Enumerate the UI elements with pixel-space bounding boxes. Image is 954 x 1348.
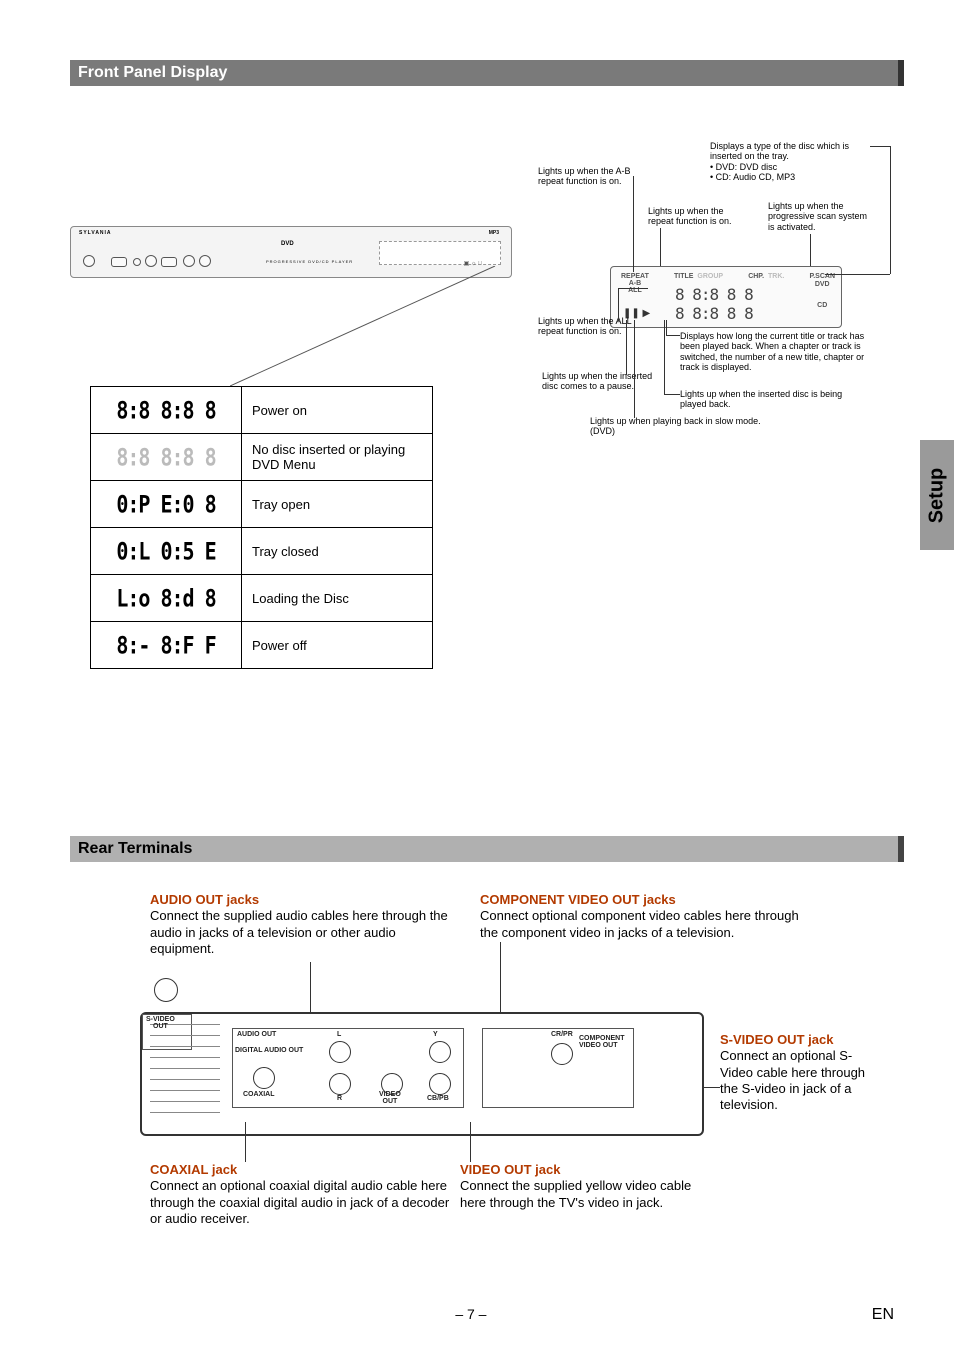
display-status-table: 8:8 8:8 8 Power on 8:8 8:8 8 No disc ins… <box>90 386 433 669</box>
display-digits: 8 8:8 8 88 8:8 8 8 <box>675 285 753 323</box>
display-detail-diagram: REPEAT A-B ALL TITLE GROUP CHP. TRK. P.S… <box>610 266 842 328</box>
status-label: Tray open <box>242 481 433 528</box>
coaxial-body: Connect an optional coaxial digital audi… <box>150 1178 450 1227</box>
seven-segment-icon: L:o 8:d 8 <box>116 584 215 613</box>
component-out-title: COMPONENT VIDEO OUT jacks <box>480 892 820 908</box>
svideo-out-block: S-VIDEO OUT jack Connect an optional S-V… <box>720 1032 875 1113</box>
l-label: L <box>337 1031 341 1038</box>
annot-repeat-on: Lights up when the repeat function is on… <box>648 206 748 227</box>
side-tab-setup: Setup <box>920 440 954 550</box>
status-label: Loading the Disc <box>242 575 433 622</box>
dvd-logo: DVD <box>281 241 294 247</box>
audio-out-block: AUDIO OUT jacks Connect the supplied aud… <box>150 892 450 957</box>
section-front-panel-title: Front Panel Display <box>70 60 904 86</box>
annot-slow: Lights up when playing back in slow mode… <box>590 416 770 437</box>
ab-label: A-B <box>621 280 649 287</box>
coaxial-block: COAXIAL jack Connect an optional coaxial… <box>150 1162 450 1227</box>
y-label: Y <box>433 1031 438 1038</box>
table-row: 0:L 0:5 E Tray closed <box>91 528 433 575</box>
device-sublogo: PROGRESSIVE DVD/CD PLAYER <box>266 259 353 264</box>
svideo-out-body: Connect an optional S-Video cable here t… <box>720 1048 875 1113</box>
cd-indicator-label: CD <box>809 302 835 310</box>
table-row: 8:8 8:8 8 Power on <box>91 387 433 434</box>
rear-panel-diagram: AUDIO OUT L DIGITAL AUDIO OUT COAXIAL R … <box>140 1012 704 1136</box>
annot-playing: Lights up when the inserted disc is bein… <box>680 389 850 410</box>
device-display-window: ▣ ☼ ∷ <box>379 241 501 265</box>
r-label: R <box>337 1095 342 1102</box>
trk-indicator-label: TRK. <box>768 273 784 310</box>
component-out-body: Connect optional component video cables … <box>480 908 820 941</box>
seven-segment-icon: 8:8 8:8 8 <box>116 396 215 425</box>
audio-out-body: Connect the supplied audio cables here t… <box>150 908 450 957</box>
table-row: L:o 8:d 8 Loading the Disc <box>91 575 433 622</box>
annot-ab-repeat: Lights up when the A-B repeat function i… <box>538 166 633 187</box>
mp3-label: MP3 <box>489 230 499 236</box>
video-out-body: Connect the supplied yellow video cable … <box>460 1178 700 1211</box>
page-footer: – 7 – EN <box>0 1306 904 1324</box>
device-brand-label: SYLVANIA <box>79 230 112 236</box>
svideo-out-diag-label: S-VIDEO OUT <box>146 1016 175 1030</box>
annot-pscan: Lights up when the progressive scan syst… <box>768 201 868 232</box>
front-panel-area: SYLVANIA DVD PROGRESSIVE DVD/CD PLAYER M… <box>70 106 904 706</box>
component-video-out-diag-label: COMPONENT VIDEO OUT <box>579 1035 625 1049</box>
video-out-block: VIDEO OUT jack Connect the supplied yell… <box>460 1162 700 1211</box>
audio-out-label: AUDIO OUT <box>237 1031 276 1038</box>
section-rear-terminals-title: Rear Terminals <box>70 836 904 862</box>
status-label: Power off <box>242 622 433 669</box>
page-number: – 7 – <box>455 1306 486 1324</box>
table-row: 8:- 8:F F Power off <box>91 622 433 669</box>
dvd-indicator-label: DVD <box>809 281 835 289</box>
seven-segment-icon: 8:8 8:8 8 <box>116 443 215 472</box>
audio-out-title: AUDIO OUT jacks <box>150 892 450 908</box>
table-row: 8:8 8:8 8 No disc inserted or playing DV… <box>91 434 433 481</box>
digital-audio-out-label: DIGITAL AUDIO OUT <box>235 1047 303 1054</box>
table-row: 0:P E:0 8 Tray open <box>91 481 433 528</box>
annot-pause: Lights up when the inserted disc comes t… <box>542 371 662 392</box>
status-label: No disc inserted or playing DVD Menu <box>242 434 433 481</box>
seven-segment-icon: 0:L 0:5 E <box>116 537 215 566</box>
dvd-player-front-diagram: SYLVANIA DVD PROGRESSIVE DVD/CD PLAYER M… <box>70 226 512 278</box>
component-out-block: COMPONENT VIDEO OUT jacks Connect option… <box>480 892 820 941</box>
svideo-out-title: S-VIDEO OUT jack <box>720 1032 875 1048</box>
seven-segment-icon: 0:P E:0 8 <box>116 490 215 519</box>
coaxial-label: COAXIAL <box>243 1091 275 1098</box>
annot-elapsed: Displays how long the current title or t… <box>680 331 870 372</box>
video-out-title: VIDEO OUT jack <box>460 1162 700 1178</box>
repeat-label: REPEAT <box>621 273 649 280</box>
coaxial-title: COAXIAL jack <box>150 1162 450 1178</box>
video-out-diag-label: VIDEO OUT <box>379 1091 401 1105</box>
language-label: EN <box>872 1306 894 1324</box>
cbpb-label: CB/PB <box>427 1095 449 1102</box>
annot-disc-type: Displays a type of the disc which is ins… <box>710 141 870 182</box>
crpr-label: CR/PR <box>551 1031 573 1038</box>
status-label: Tray closed <box>242 528 433 575</box>
seven-segment-icon: 8:- 8:F F <box>116 631 215 660</box>
rear-terminals-area: AUDIO OUT jacks Connect the supplied aud… <box>70 882 904 1302</box>
status-label: Power on <box>242 387 433 434</box>
